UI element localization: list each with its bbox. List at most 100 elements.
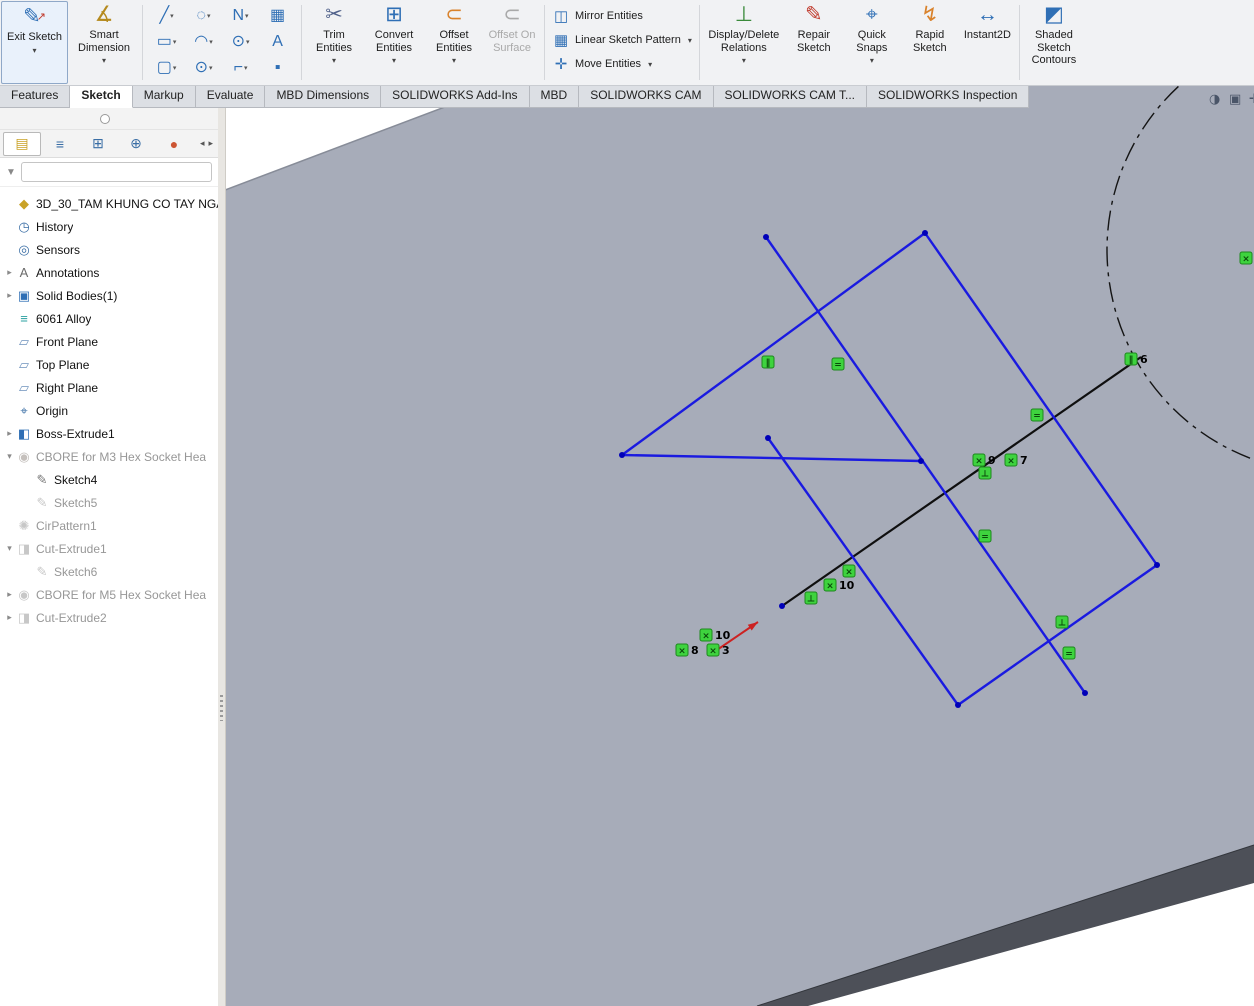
tab-evaluate[interactable]: Evaluate [196, 85, 266, 108]
sketch-point[interactable] [779, 603, 785, 609]
tab-mbd-dimensions[interactable]: MBD Dimensions [265, 85, 381, 108]
panel-splitter[interactable] [218, 107, 226, 1006]
exit-sketch-flyout-caret[interactable]: ▾ [33, 46, 37, 55]
tab-propertymanager[interactable]: ≡ [41, 133, 79, 155]
spline-tool-button[interactable]: N▾ [222, 3, 259, 29]
relation-badge[interactable]: ×8 [676, 644, 699, 657]
tab-solidworks-cam-t[interactable]: SOLIDWORKS CAM T... [714, 85, 867, 108]
linear-pattern-flyout-caret[interactable]: ▾ [688, 36, 692, 45]
shaded-sketch-contours-button[interactable]: ◩ Shaded Sketch Contours [1023, 0, 1085, 85]
slot-tool-button[interactable]: ▢▾ [148, 55, 185, 81]
sketch-point[interactable] [1154, 562, 1160, 568]
tab-solidworks-cam[interactable]: SOLIDWORKS CAM [579, 85, 713, 108]
tab-solidworks-inspection[interactable]: SOLIDWORKS Inspection [867, 85, 1029, 108]
spline-tool-flyout-caret[interactable]: ▾ [245, 12, 249, 20]
tree-item-cbore-for-m5-hex-socket-hea[interactable]: ▸ ◉ CBORE for M5 Hex Socket Hea [0, 583, 218, 606]
offset-flyout-caret[interactable]: ▾ [452, 56, 456, 65]
tab-markup[interactable]: Markup [133, 85, 196, 108]
tree-item-cirpattern1[interactable]: ✺ CirPattern1 [0, 514, 218, 537]
sketch-point[interactable] [763, 234, 769, 240]
relation-badge[interactable]: = [1031, 409, 1043, 422]
relation-badge[interactable]: ×10 [824, 579, 855, 592]
sketch-point[interactable] [619, 452, 625, 458]
quick-snaps-button[interactable]: ⌖ Quick Snaps ▾ [843, 0, 901, 85]
tree-item-annotations[interactable]: ▸ A Annotations [0, 261, 218, 284]
move-entities-button[interactable]: ✛ Move Entities ▾ [552, 54, 692, 74]
offset-entities-button[interactable]: ⊂ Offset Entities ▾ [425, 0, 483, 85]
tree-item-sketch5[interactable]: ✎ Sketch5 [0, 491, 218, 514]
sketch-point[interactable] [955, 702, 961, 708]
quick-snaps-flyout-caret[interactable]: ▾ [870, 56, 874, 65]
tree-item-sensors[interactable]: ◎ Sensors [0, 238, 218, 261]
rectangle-tool-flyout-caret[interactable]: ▾ [173, 38, 177, 46]
sketch-grid-tool-button[interactable]: ▦ [259, 3, 296, 29]
convert-flyout-caret[interactable]: ▾ [392, 56, 396, 65]
smart-dimension-flyout-caret[interactable]: ▾ [102, 56, 106, 65]
tree-item-solid-bodies-1[interactable]: ▸ ▣ Solid Bodies(1) [0, 284, 218, 307]
line-tool-button[interactable]: ╱▾ [148, 3, 185, 29]
move-flyout-caret[interactable]: ▾ [648, 60, 652, 69]
tree-item-right-plane[interactable]: ▱ Right Plane [0, 376, 218, 399]
splitter-handle-icon[interactable] [220, 695, 223, 721]
relation-badge[interactable]: ∥ [762, 356, 774, 369]
fillet-tool-flyout-caret[interactable]: ▾ [244, 64, 248, 72]
exit-sketch-button[interactable]: ✎↗ Exit Sketch ▾ [1, 1, 68, 84]
trim-flyout-caret[interactable]: ▾ [332, 56, 336, 65]
tab-features[interactable]: Features [0, 85, 70, 108]
circle-tool-button[interactable]: ◌▾ [185, 3, 222, 29]
relation-badge[interactable]: ×3 [707, 644, 730, 657]
arc-tool-button[interactable]: ◠▾ [185, 29, 222, 55]
tree-item-sketch6[interactable]: ✎ Sketch6 [0, 560, 218, 583]
ellipse-tool-button[interactable]: ⊙▾ [222, 29, 259, 55]
tree-item-cut-extrude1[interactable]: ▾ ◨ Cut-Extrude1 [0, 537, 218, 560]
display-delete-flyout-caret[interactable]: ▾ [742, 56, 746, 65]
sketch-point[interactable] [918, 458, 924, 464]
tab-mbd[interactable]: MBD [530, 85, 580, 108]
display-delete-relations-button[interactable]: ⊥ Display/Delete Relations ▾ [703, 0, 785, 85]
instant2d-button[interactable]: ↔ Instant2D [959, 0, 1016, 85]
relation-badge[interactable]: ×7 [1005, 454, 1028, 467]
relation-badge[interactable]: ×9 [973, 454, 996, 467]
tab-dimxpertmanager[interactable]: ⊕ [117, 133, 155, 155]
trim-entities-button[interactable]: ✂ Trim Entities ▾ [305, 0, 363, 85]
expand-arrow-icon[interactable]: ▾ [3, 543, 16, 554]
ellipse-tool-flyout-caret[interactable]: ▾ [246, 38, 250, 46]
tree-item-sketch4[interactable]: ✎ Sketch4 [0, 468, 218, 491]
tree-item-history[interactable]: ◷ History [0, 215, 218, 238]
expand-arrow-icon[interactable]: ▸ [3, 612, 16, 623]
tab-sketch[interactable]: Sketch [70, 85, 132, 108]
slot-tool-flyout-caret[interactable]: ▾ [173, 64, 177, 72]
relation-badge[interactable]: ⊥ [805, 592, 817, 605]
heads-up-icon[interactable]: ✛ [1249, 92, 1254, 107]
relation-badge[interactable]: ∥6 [1125, 353, 1148, 366]
tab-scroll-right-icon[interactable]: ▸ [208, 138, 213, 149]
relation-badge[interactable]: ×10 [700, 629, 731, 642]
sketch-point[interactable] [765, 435, 771, 441]
expand-arrow-icon[interactable]: ▸ [3, 589, 16, 600]
repair-sketch-button[interactable]: ✎ Repair Sketch [785, 0, 843, 85]
circle-tool-flyout-caret[interactable]: ▾ [207, 12, 211, 20]
filter-input[interactable] [21, 162, 212, 182]
tree-item-cbore-for-m3-hex-socket-hea[interactable]: ▾ ◉ CBORE for M3 Hex Socket Hea [0, 445, 218, 468]
heads-up-icon[interactable]: ◑ [1209, 92, 1220, 107]
tree-item-3d-30-tam-khung-co-tay-ngai[interactable]: ◆ 3D_30_TAM KHUNG CO TAY NGAI [0, 192, 218, 215]
model-face[interactable] [225, 85, 1254, 1006]
relation-badge[interactable]: ⊥ [1056, 616, 1068, 629]
fillet-tool-button[interactable]: ⌐▾ [222, 55, 259, 81]
convert-entities-button[interactable]: ⊞ Convert Entities ▾ [363, 0, 425, 85]
text-tool-button[interactable]: A [259, 29, 296, 55]
expand-arrow-icon[interactable]: ▾ [3, 451, 16, 462]
sketch-point[interactable] [1082, 690, 1088, 696]
tree-item-cut-extrude2[interactable]: ▸ ◨ Cut-Extrude2 [0, 606, 218, 629]
linear-sketch-pattern-button[interactable]: ▦ Linear Sketch Pattern ▾ [552, 30, 692, 50]
smart-dimension-button[interactable]: ∡ Smart Dimension ▾ [69, 0, 139, 85]
line-tool-flyout-caret[interactable]: ▾ [170, 12, 174, 20]
rapid-sketch-button[interactable]: ↯ Rapid Sketch [901, 0, 959, 85]
arc-tool-flyout-caret[interactable]: ▾ [209, 38, 213, 46]
mirror-entities-button[interactable]: ◫ Mirror Entities [552, 6, 692, 26]
tab-solidworks-add-ins[interactable]: SOLIDWORKS Add-Ins [381, 85, 529, 108]
tree-item-front-plane[interactable]: ▱ Front Plane [0, 330, 218, 353]
tab-featuremanager[interactable]: ▤ [3, 132, 41, 156]
expand-arrow-icon[interactable]: ▸ [3, 267, 16, 278]
tree-item-boss-extrude1[interactable]: ▸ ◧ Boss-Extrude1 [0, 422, 218, 445]
